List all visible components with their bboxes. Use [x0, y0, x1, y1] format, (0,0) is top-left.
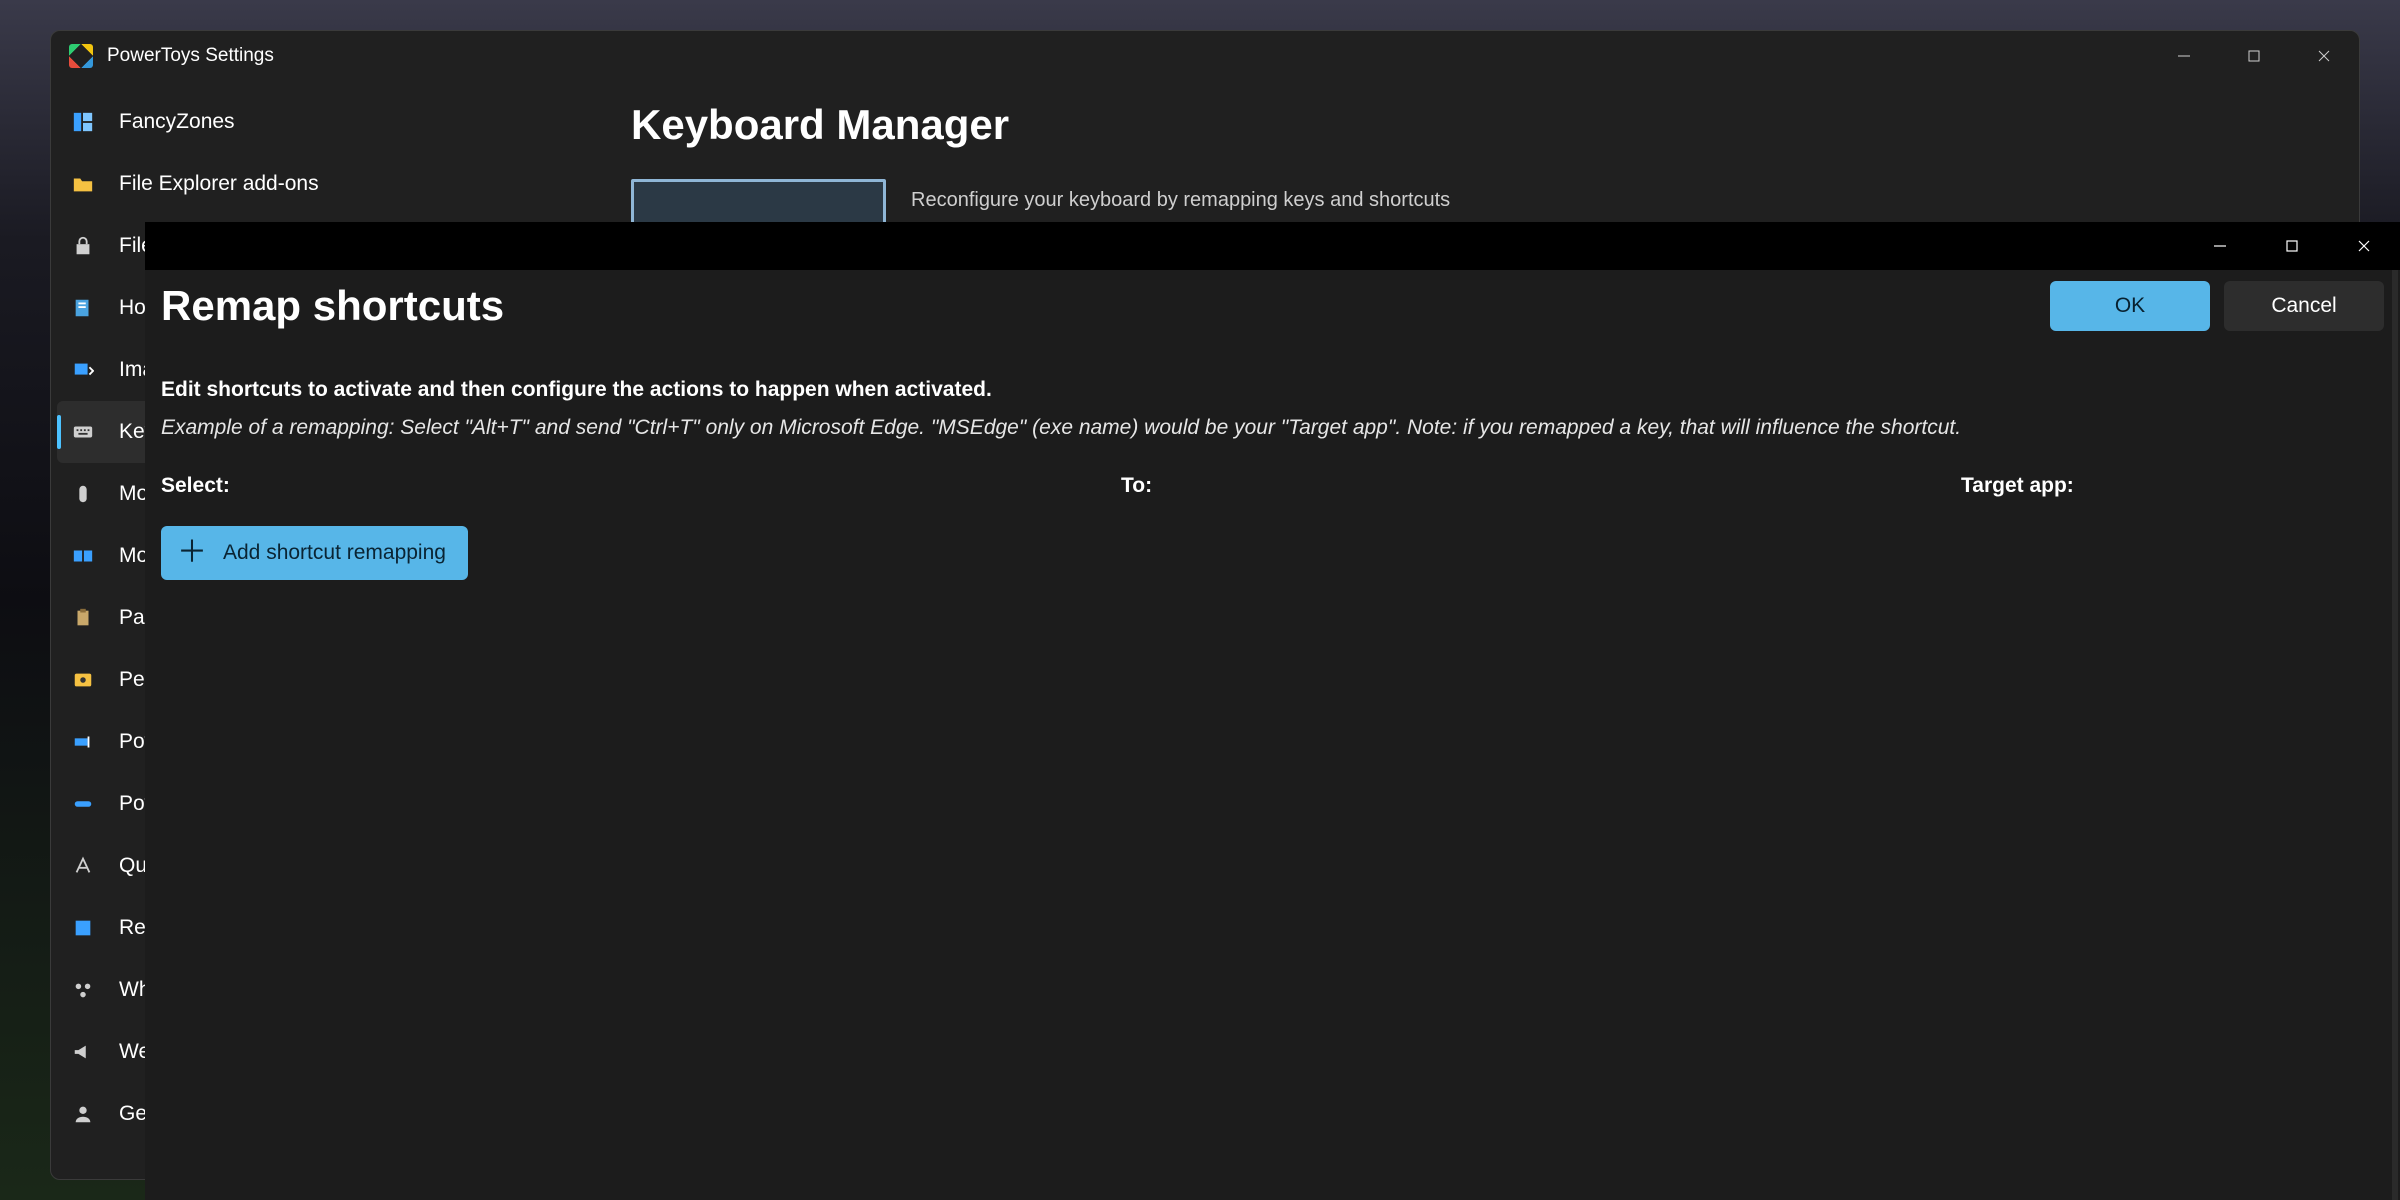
dialog-minimize-button[interactable]	[2184, 222, 2256, 270]
dialog-titlebar	[145, 222, 2400, 270]
image-resizer-icon	[71, 358, 95, 382]
sidebar-item-label: File Explorer add-ons	[119, 172, 319, 196]
dialog-scrollbar[interactable]	[2392, 270, 2398, 1200]
minimize-icon	[2177, 49, 2191, 63]
main-minimize-button[interactable]	[2149, 31, 2219, 81]
powerrename-icon	[71, 730, 95, 754]
dialog-example: Example of a remapping: Select "Alt+T" a…	[161, 416, 2384, 440]
quick-accent-icon	[71, 854, 95, 878]
hosts-icon	[71, 296, 95, 320]
main-window-controls	[2149, 31, 2359, 81]
page-heading: Keyboard Manager	[631, 101, 2319, 149]
remap-shortcuts-window: Remap shortcuts OK Cancel Edit shortcuts…	[145, 222, 2400, 1200]
sidebar-item-fancyzones[interactable]: FancyZones	[51, 91, 591, 153]
close-icon	[2317, 49, 2331, 63]
main-maximize-button[interactable]	[2219, 31, 2289, 81]
main-window-title: PowerToys Settings	[107, 45, 274, 67]
main-titlebar: PowerToys Settings	[51, 31, 2359, 81]
cancel-button[interactable]: Cancel	[2224, 281, 2384, 331]
column-header-select: Select:	[161, 474, 1121, 498]
megaphone-icon	[71, 1040, 95, 1064]
dialog-instruction: Edit shortcuts to activate and then conf…	[161, 378, 2384, 402]
fancyzones-icon	[71, 110, 95, 134]
person-icon	[71, 1102, 95, 1126]
whats-new-icon	[71, 978, 95, 1002]
powertoys-run-icon	[71, 792, 95, 816]
plus-icon: ＋	[177, 538, 207, 568]
keyboard-icon	[71, 420, 95, 444]
dialog-title: Remap shortcuts	[161, 282, 2036, 330]
page-description: Reconfigure your keyboard by remapping k…	[911, 189, 1450, 212]
lock-icon	[71, 234, 95, 258]
mouse-without-borders-icon	[71, 544, 95, 568]
column-header-to: To:	[1121, 474, 1961, 498]
maximize-icon	[2247, 49, 2261, 63]
dialog-close-button[interactable]	[2328, 222, 2400, 270]
main-close-button[interactable]	[2289, 31, 2359, 81]
powertoys-app-icon	[69, 44, 93, 68]
add-button-label: Add shortcut remapping	[223, 541, 446, 565]
close-icon	[2357, 239, 2371, 253]
sidebar-item-label: FancyZones	[119, 110, 235, 134]
add-shortcut-remapping-button[interactable]: ＋ Add shortcut remapping	[161, 526, 468, 580]
dialog-content: Edit shortcuts to activate and then conf…	[145, 348, 2400, 580]
column-header-target: Target app:	[1961, 474, 2384, 498]
column-headers: Select: To: Target app:	[161, 474, 2384, 498]
ok-button[interactable]: OK	[2050, 281, 2210, 331]
sidebar-item-file-explorer-addons[interactable]: File Explorer add-ons	[51, 153, 591, 215]
mouse-icon	[71, 482, 95, 506]
peek-icon	[71, 668, 95, 692]
dialog-header: Remap shortcuts OK Cancel	[145, 270, 2400, 348]
dialog-maximize-button[interactable]	[2256, 222, 2328, 270]
maximize-icon	[2285, 239, 2299, 253]
paste-icon	[71, 606, 95, 630]
registry-icon	[71, 916, 95, 940]
minimize-icon	[2213, 239, 2227, 253]
folder-icon	[71, 172, 95, 196]
